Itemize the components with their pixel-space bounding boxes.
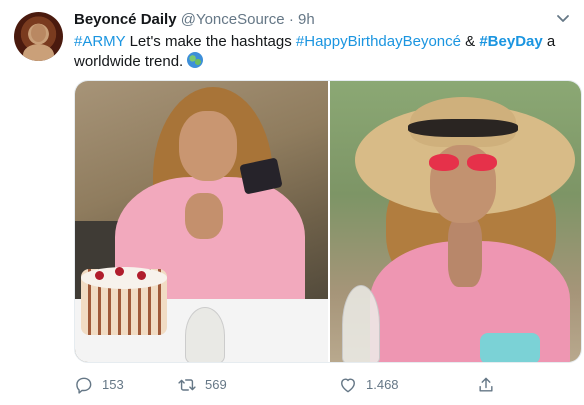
berry-shape (137, 271, 146, 280)
reply-icon (76, 377, 92, 394)
retweet-count: 569 (205, 377, 227, 392)
tweet-header: Beyoncé Daily @YonceSource · 9h (74, 11, 315, 29)
skin-shape (185, 193, 223, 239)
tweet-text-part-2: & (461, 33, 480, 50)
avatar-face (31, 24, 46, 42)
chevron-down-icon[interactable] (556, 14, 570, 24)
sunglasses-lens (429, 154, 459, 171)
berry-shape (115, 267, 124, 276)
reply-button[interactable]: 153 (74, 372, 124, 398)
wine-glass-shape (342, 285, 380, 362)
sunglasses-lens (467, 154, 497, 171)
tweet-text: #ARMY Let's make the hashtags #HappyBirt… (74, 32, 564, 72)
face-shape (179, 111, 237, 181)
hashtag-beyday[interactable]: #BeyDay (479, 33, 542, 50)
author-name[interactable]: Beyoncé Daily (74, 11, 177, 28)
share-button[interactable] (476, 372, 504, 398)
sunglasses-shape (427, 154, 499, 172)
retweet-button[interactable]: 569 (177, 372, 227, 398)
hashtag-army[interactable]: #ARMY (74, 33, 125, 50)
share-icon (479, 377, 493, 392)
napkin-shape (480, 333, 540, 362)
tweet-card[interactable]: Beyoncé Daily @YonceSource · 9h #ARMY Le… (0, 0, 584, 405)
cake-top-shape (81, 267, 167, 289)
tweet-media[interactable] (74, 80, 582, 363)
berry-shape (95, 271, 104, 280)
like-button[interactable]: 1.468 (338, 372, 399, 398)
header-separator: · (288, 11, 294, 28)
avatar[interactable] (14, 12, 63, 61)
reply-count: 153 (102, 377, 124, 392)
retweet-icon (178, 379, 196, 391)
hat-band-shape (408, 119, 518, 137)
tweet-timestamp[interactable]: 9h (298, 11, 315, 28)
heart-icon (341, 378, 355, 393)
author-handle[interactable]: @YonceSource (181, 11, 285, 28)
photo-birthday-cake[interactable] (75, 81, 328, 362)
tweet-actions: 153 569 1.468 (74, 372, 514, 398)
tweet-text-part-1: Let's make the hashtags (125, 33, 296, 50)
wine-glass-shape (185, 307, 225, 362)
globe-icon (187, 52, 204, 68)
neck-shape (448, 217, 482, 287)
like-count: 1.468 (366, 377, 399, 392)
hashtag-happybirthdaybeyonce[interactable]: #HappyBirthdayBeyoncé (296, 33, 461, 50)
avatar-shoulder (23, 44, 54, 61)
photo-sun-hat[interactable] (330, 81, 581, 362)
